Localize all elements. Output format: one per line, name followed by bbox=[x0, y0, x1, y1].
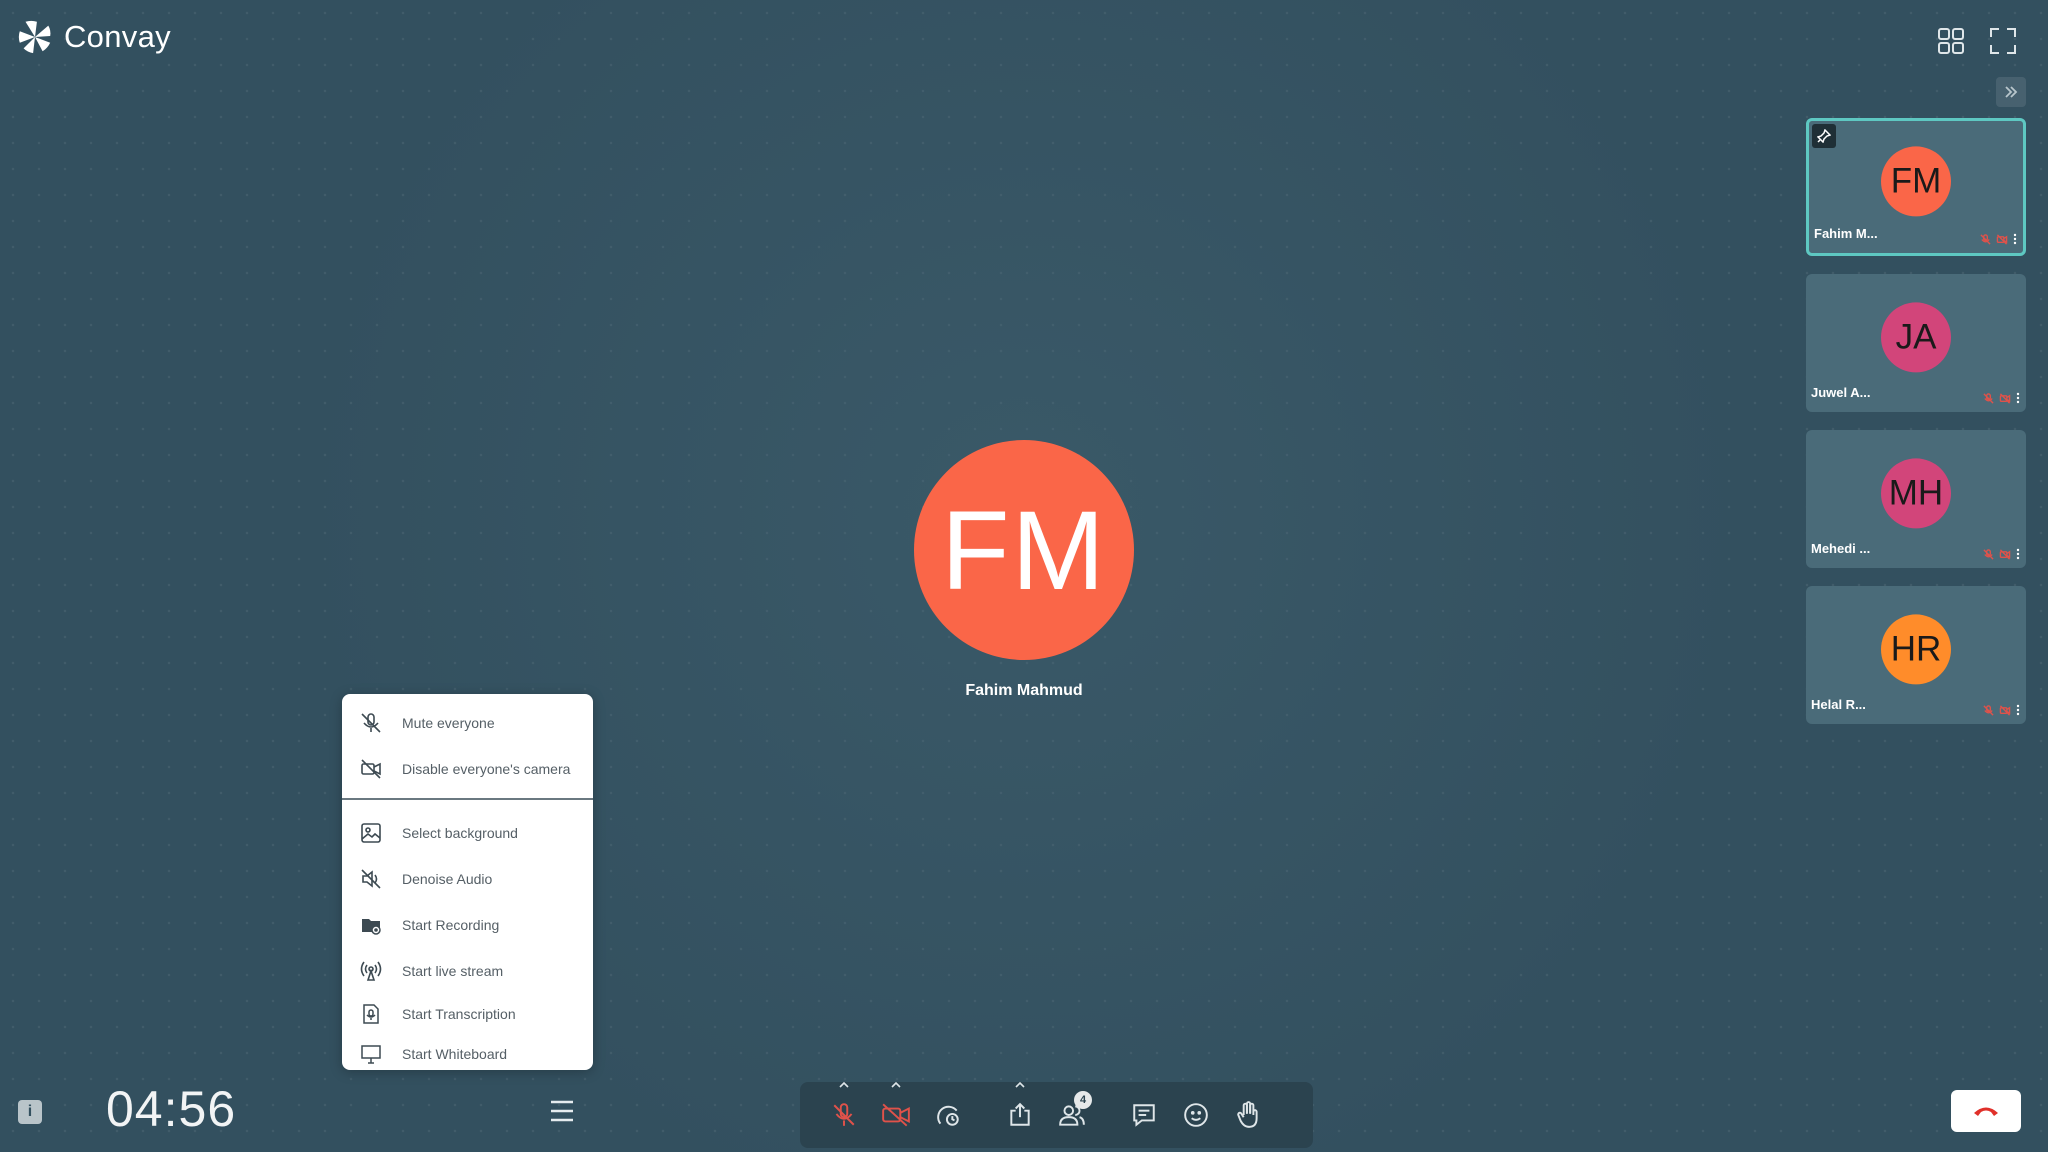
menu-item-label: Select background bbox=[402, 825, 518, 841]
camera-off-icon bbox=[360, 758, 382, 780]
menu-item-label: Mute everyone bbox=[402, 715, 495, 731]
effects-button[interactable] bbox=[922, 1089, 974, 1141]
menu-item-start-transcription[interactable]: Start Transcription bbox=[342, 994, 593, 1034]
menu-divider bbox=[342, 798, 593, 800]
participant-avatar: MH bbox=[1881, 458, 1951, 529]
menu-item-label: Disable everyone's camera bbox=[402, 761, 571, 777]
mic-off-icon bbox=[1983, 704, 1994, 716]
broadcast-icon bbox=[360, 960, 382, 982]
more-options-icon[interactable] bbox=[2013, 233, 2017, 245]
raise-hand-button[interactable] bbox=[1222, 1089, 1274, 1141]
main-speaker-name: Fahim Mahmud bbox=[965, 682, 1083, 699]
participant-tile[interactable]: JA Juwel A... bbox=[1806, 274, 2026, 412]
participant-name: Fahim M... bbox=[1814, 226, 1878, 241]
chat-button[interactable] bbox=[1118, 1089, 1170, 1141]
info-icon: i bbox=[27, 1103, 33, 1120]
chevron-up-icon[interactable] bbox=[890, 1081, 902, 1089]
participant-name: Helal R... bbox=[1811, 697, 1866, 712]
mic-off-icon bbox=[1983, 392, 1994, 404]
menu-item-label: Start Recording bbox=[402, 917, 500, 933]
chat-icon bbox=[1133, 1104, 1155, 1127]
camera-off-icon bbox=[1999, 704, 2011, 716]
pin-badge[interactable] bbox=[1812, 124, 1836, 148]
participants-count-badge: 4 bbox=[1074, 1091, 1092, 1109]
participant-status bbox=[1980, 233, 2017, 245]
mic-off-icon bbox=[1983, 548, 1994, 560]
participant-name: Mehedi ... bbox=[1811, 541, 1871, 556]
menu-item-start-live-stream[interactable]: Start live stream bbox=[342, 948, 593, 994]
main-speaker-avatar: FM bbox=[914, 440, 1134, 660]
hang-up-icon bbox=[1974, 1107, 1998, 1116]
more-options-icon[interactable] bbox=[2016, 704, 2020, 716]
microphone-toggle-button[interactable] bbox=[818, 1081, 870, 1141]
convay-logo-icon bbox=[18, 20, 51, 54]
participant-status bbox=[1983, 392, 2020, 404]
chevron-up-icon[interactable] bbox=[838, 1081, 850, 1089]
brand: Convay bbox=[16, 18, 171, 56]
pin-icon bbox=[1817, 129, 1831, 143]
participant-tile[interactable]: HR Helal R... bbox=[1806, 586, 2026, 724]
chevron-up-icon[interactable] bbox=[1014, 1081, 1026, 1089]
fullscreen-button[interactable] bbox=[1988, 26, 2018, 56]
menu-item-disable-cameras[interactable]: Disable everyone's camera bbox=[342, 746, 593, 792]
participant-name: Juwel A... bbox=[1811, 385, 1871, 400]
participant-avatar: FM bbox=[1881, 146, 1951, 217]
participant-status bbox=[1983, 704, 2020, 716]
grid-icon bbox=[1938, 28, 1964, 54]
smiley-icon bbox=[1184, 1103, 1208, 1127]
participants-button[interactable]: 4 bbox=[1046, 1089, 1098, 1141]
share-screen-button[interactable] bbox=[994, 1081, 1046, 1141]
participant-tile[interactable]: MH Mehedi ... bbox=[1806, 430, 2026, 568]
menu-item-label: Start Whiteboard bbox=[402, 1046, 508, 1062]
collapse-sidebar-button[interactable] bbox=[1996, 77, 2026, 107]
recording-icon bbox=[360, 914, 382, 936]
camera-toggle-button[interactable] bbox=[870, 1081, 922, 1141]
camera-off-icon bbox=[1996, 233, 2008, 245]
share-icon bbox=[1010, 1102, 1030, 1126]
menu-item-label: Start live stream bbox=[402, 963, 504, 979]
transcription-icon bbox=[360, 1003, 382, 1025]
menu-item-denoise-audio[interactable]: Denoise Audio bbox=[342, 856, 593, 902]
mic-off-icon bbox=[833, 1103, 855, 1126]
grid-view-button[interactable] bbox=[1936, 26, 1966, 56]
double-chevron-right-icon bbox=[2005, 86, 2018, 98]
menu-item-start-whiteboard[interactable]: Start Whiteboard bbox=[342, 1034, 593, 1074]
menu-item-mute-everyone[interactable]: Mute everyone bbox=[342, 700, 593, 746]
reactions-button[interactable] bbox=[1170, 1089, 1222, 1141]
camera-off-icon bbox=[1999, 392, 2011, 404]
menu-item-start-recording[interactable]: Start Recording bbox=[342, 902, 593, 948]
meeting-timer: 04:56 bbox=[106, 1081, 237, 1137]
more-options-icon[interactable] bbox=[2016, 548, 2020, 560]
call-toolbar: 4 bbox=[800, 1081, 1313, 1148]
participant-status bbox=[1983, 548, 2020, 560]
participant-avatar: HR bbox=[1881, 614, 1951, 685]
whiteboard-icon bbox=[360, 1043, 382, 1065]
top-right-controls bbox=[1936, 26, 2018, 56]
end-call-button[interactable] bbox=[1951, 1090, 2021, 1132]
participant-avatar: JA bbox=[1881, 302, 1951, 373]
fullscreen-icon bbox=[1990, 28, 2016, 54]
info-button[interactable]: i bbox=[18, 1100, 42, 1124]
more-options-menu: Mute everyone Disable everyone's camera … bbox=[342, 694, 593, 1070]
participant-tile[interactable]: FM Fahim M... bbox=[1806, 118, 2026, 256]
menu-item-label: Start Transcription bbox=[402, 1006, 516, 1022]
hamburger-menu-icon bbox=[551, 1100, 573, 1122]
camera-off-icon bbox=[1999, 548, 2011, 560]
raise-hand-icon bbox=[1237, 1101, 1258, 1128]
more-options-icon[interactable] bbox=[2016, 392, 2020, 404]
mic-off-icon bbox=[360, 712, 382, 734]
image-icon bbox=[360, 822, 382, 844]
mic-off-icon bbox=[1980, 233, 1991, 245]
more-options-button[interactable] bbox=[548, 1096, 576, 1126]
menu-item-label: Denoise Audio bbox=[402, 871, 493, 887]
menu-item-select-background[interactable]: Select background bbox=[342, 810, 593, 856]
brand-name: Convay bbox=[64, 19, 171, 54]
denoise-icon bbox=[360, 868, 382, 890]
camera-off-icon bbox=[882, 1103, 910, 1127]
effects-icon bbox=[937, 1105, 959, 1126]
participant-thumbnails: FM Fahim M... JA Juwel A... MH Mehedi ..… bbox=[1806, 118, 2026, 724]
